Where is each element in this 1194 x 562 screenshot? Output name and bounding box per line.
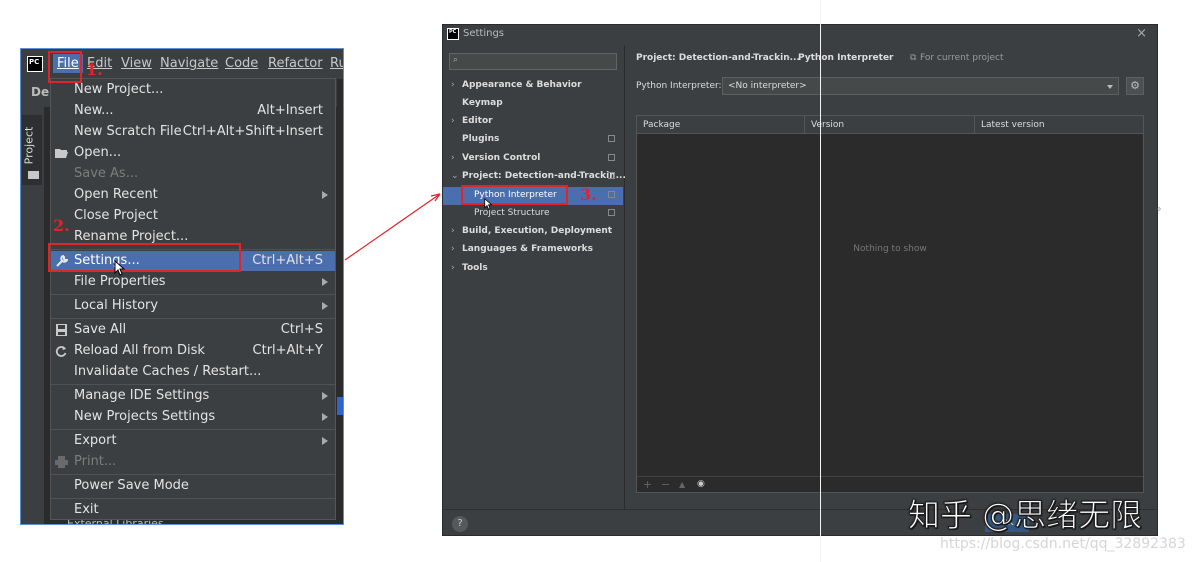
stray-punctuation: 。 (1157, 202, 1167, 213)
chevron-right-icon: › (451, 80, 455, 90)
zhihu-watermark: 知乎 @思绪无限 (907, 496, 1143, 535)
upgrade-icon[interactable]: ▲ (679, 480, 685, 489)
project-scope-icon (608, 209, 615, 216)
tree-item-project-structure[interactable]: Project Structure (443, 205, 623, 223)
chevron-down-icon: ⌄ (451, 171, 459, 181)
help-button[interactable]: ? (452, 516, 468, 532)
settings-dialog: PC Settings × ⌕ › Appearance & Behavior K… (442, 24, 1158, 536)
mouse-cursor-icon (484, 198, 493, 210)
tree-item-keymap[interactable]: Keymap (443, 95, 623, 113)
page-divider (820, 0, 821, 562)
tree-item-version-control[interactable]: › Version Control (443, 150, 623, 168)
step3-label: 3. (580, 185, 597, 204)
tree-item-tools[interactable]: › Tools (443, 260, 623, 278)
tree-item-editor[interactable]: › Editor (443, 113, 623, 131)
step3-highlight-box (461, 185, 568, 205)
tree-item-appearance[interactable]: › Appearance & Behavior (443, 77, 623, 95)
tree-item-languages[interactable]: › Languages & Frameworks (443, 241, 623, 259)
add-icon[interactable]: + (643, 478, 652, 491)
interpreter-label: Python Interpreter: (636, 81, 722, 91)
settings-tree-panel: ⌕ › Appearance & Behavior Keymap › Editor … (443, 45, 626, 509)
project-scope-icon (608, 154, 615, 161)
breadcrumb-scope: For current project (920, 53, 1004, 63)
project-scope-icon (608, 172, 615, 179)
chevron-down-icon (1107, 85, 1113, 89)
pycharm-logo-icon: PC (447, 28, 459, 40)
tree-item-build-execution[interactable]: › Build, Execution, Deployment (443, 223, 623, 241)
breadcrumb-project[interactable]: Project: Detection-and-Trackin... (636, 53, 800, 63)
project-scope-icon (608, 135, 615, 142)
chevron-right-icon: › (451, 116, 455, 126)
column-version[interactable]: Version (805, 116, 975, 134)
breadcrumb-separator: › (787, 53, 791, 63)
chevron-right-icon: › (451, 263, 455, 273)
empty-state-text: Nothing to show (853, 244, 927, 254)
settings-content-panel: Project: Detection-and-Trackin... › Pyth… (626, 45, 1157, 509)
package-table: Package Version Latest version Nothing t… (636, 115, 1144, 493)
close-icon[interactable]: × (1136, 26, 1147, 41)
tree-item-plugins[interactable]: Plugins (443, 131, 623, 149)
csdn-watermark: https://blog.csdn.net/qq_32892383 (940, 536, 1186, 552)
project-scope-icon (608, 191, 615, 198)
column-latest-version[interactable]: Latest version (975, 116, 1143, 134)
column-package[interactable]: Package (637, 116, 805, 134)
chevron-right-icon: › (451, 244, 455, 254)
table-header: Package Version Latest version (637, 116, 1143, 134)
search-icon: ⌕ (453, 55, 459, 65)
chevron-right-icon: › (451, 226, 455, 236)
dialog-title: Settings (463, 28, 505, 39)
remove-icon[interactable]: − (661, 478, 670, 491)
gear-icon[interactable]: ⚙ (1126, 77, 1144, 95)
settings-search-input[interactable]: ⌕ (449, 53, 617, 70)
dialog-title-bar: PC Settings × (443, 25, 1157, 45)
tree-item-project[interactable]: ⌄ Project: Detection-and-Trackin... (443, 168, 626, 186)
interpreter-select[interactable]: <No interpreter> (722, 77, 1119, 95)
breadcrumb-page: Python Interpreter (798, 53, 894, 63)
scope-copy-icon: ⧉ (910, 53, 917, 63)
chevron-right-icon: › (451, 153, 455, 163)
screenshot-canvas: PC File Edit View Navigate Code Refactor… (0, 0, 1194, 562)
interpreter-value: <No interpreter> (728, 81, 807, 91)
eye-icon[interactable]: ◉ (697, 479, 705, 489)
